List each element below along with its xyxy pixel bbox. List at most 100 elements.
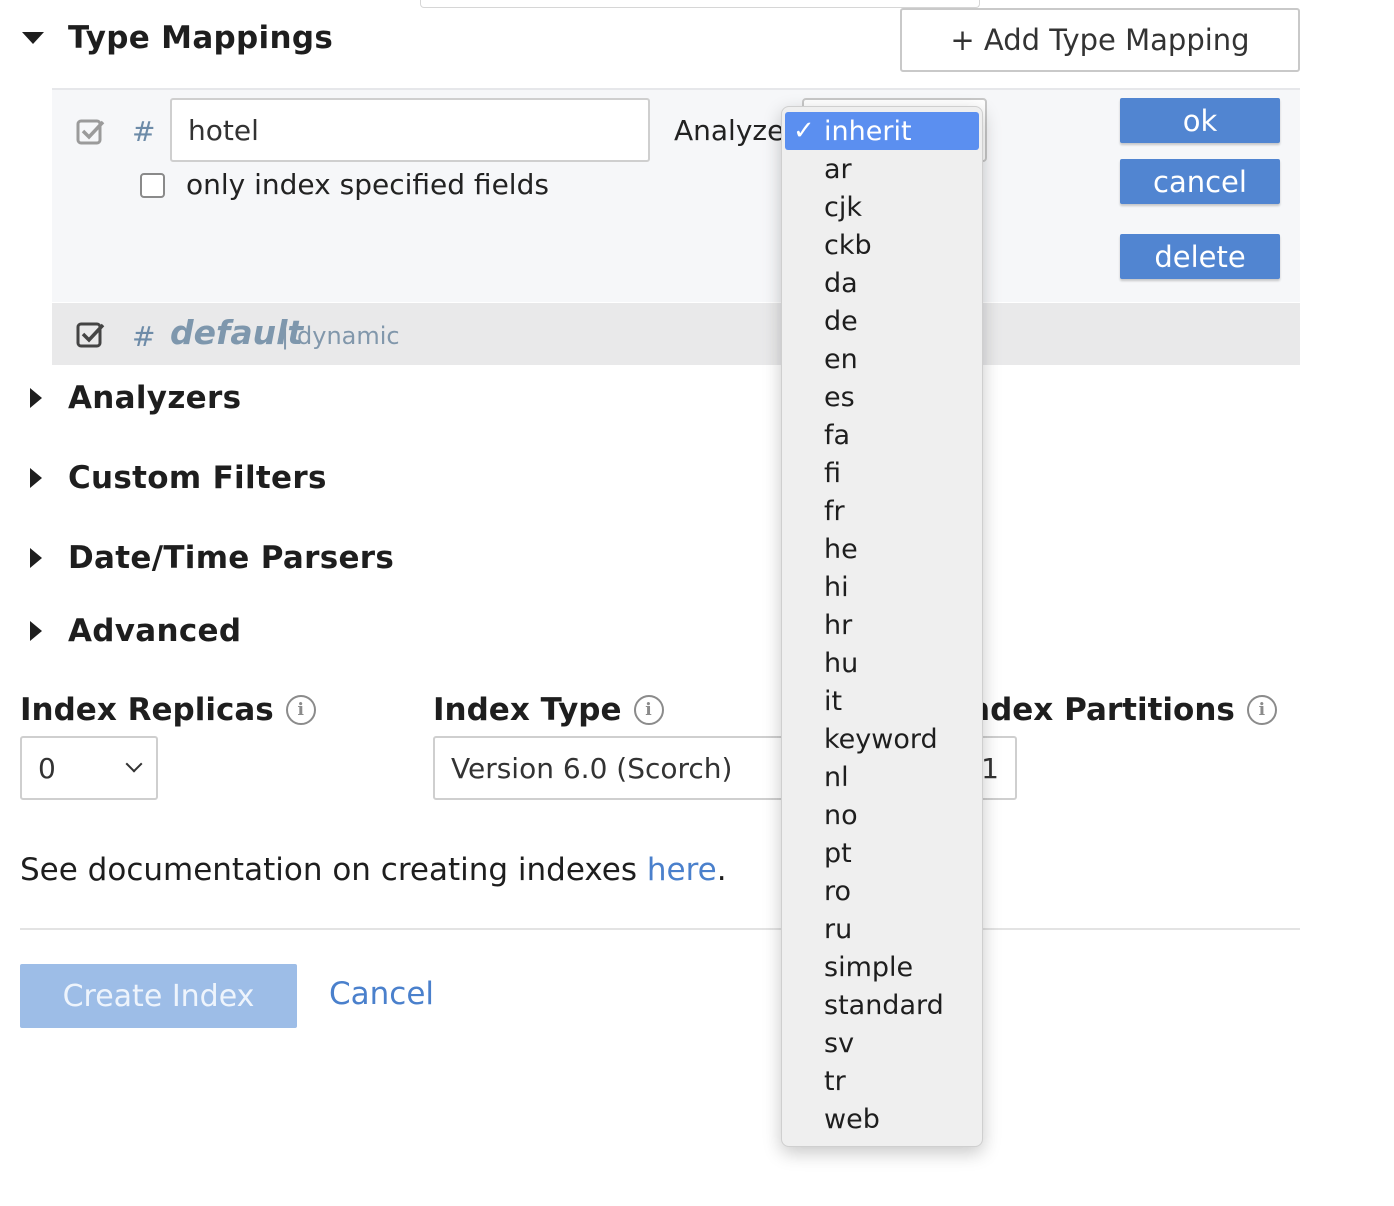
analyzer-option-fi[interactable]: fi [782,454,982,492]
analyzer-option-label: sv [824,1027,855,1059]
analyzer-option-fa[interactable]: fa [782,416,982,454]
analyzer-option-ar[interactable]: ar [782,150,982,188]
analyzer-dropdown-menu[interactable]: ✓ inherit ar cjk ckb da de en es fa fi fr he hi hr hu it… [781,106,983,1147]
analyzer-option-hi[interactable]: hi [782,568,982,606]
analyzer-option-label: ru [824,913,853,945]
analyzer-option-label: ar [824,153,852,185]
documentation-text: See documentation on creating indexes he… [20,852,727,888]
caret-right-icon [30,388,42,408]
analyzer-option-label: hu [824,647,859,679]
section-label: Custom Filters [68,460,327,496]
analyzer-option-label: web [824,1103,880,1135]
analyzer-option-label: hi [824,571,849,603]
analyzer-option-label: en [824,343,858,375]
analyzer-option-label: keyword [824,723,938,755]
analyzer-option-label: it [824,685,843,717]
index-partitions-label: ndex Partitions i [968,692,1277,728]
index-replicas-text: Index Replicas [20,692,274,728]
ok-button[interactable]: ok [1120,98,1280,143]
top-input-remnant[interactable] [420,0,980,8]
section-custom-filters[interactable]: Custom Filters [22,460,327,496]
analyzer-option-label: simple [824,951,914,983]
info-icon[interactable]: i [285,695,316,725]
caret-right-icon [30,468,42,488]
analyzer-option-da[interactable]: da [782,264,982,302]
index-type-value: Version 6.0 (Scorch) [451,751,733,785]
index-replicas-label: Index Replicas i [20,692,316,728]
section-label: Advanced [68,613,242,649]
index-partitions-value: 1 [981,751,999,785]
analyzer-option-tr[interactable]: tr [782,1062,982,1100]
section-label: Date/Time Parsers [68,540,395,576]
cancel-mapping-button[interactable]: cancel [1120,159,1280,204]
analyzer-option-hu[interactable]: hu [782,644,982,682]
analyzer-option-simple[interactable]: simple [782,948,982,986]
documentation-prefix: See documentation on creating indexes [20,852,647,888]
analyzer-option-web[interactable]: web [782,1100,982,1138]
section-advanced[interactable]: Advanced [22,613,241,649]
analyzer-option-label: hr [824,609,853,641]
analyzer-option-standard[interactable]: standard [782,986,982,1024]
hash-icon: # [132,115,156,148]
cancel-link[interactable]: Cancel [329,976,434,1012]
section-analyzers[interactable]: Analyzers [22,380,241,416]
create-index-button[interactable]: Create Index [20,964,297,1028]
caret-down-icon [22,32,44,44]
analyzer-option-en[interactable]: en [782,340,982,378]
analyzer-option-es[interactable]: es [782,378,982,416]
analyzer-label: Analyzer [674,114,796,147]
section-label: Analyzers [68,380,242,416]
analyzer-option-label: he [824,533,858,565]
enabled-checkbox-icon[interactable] [76,117,106,147]
default-mode-label: dynamic [297,322,400,350]
analyzer-option-label: da [824,267,858,299]
analyzer-option-label: fr [824,495,845,527]
analyzer-option-nl[interactable]: nl [782,758,982,796]
chevron-down-icon [125,755,143,773]
index-replicas-select[interactable]: 0 [20,736,158,800]
analyzer-option-label: es [824,381,855,413]
analyzer-option-he[interactable]: he [782,530,982,568]
analyzer-option-de[interactable]: de [782,302,982,340]
analyzer-option-cjk[interactable]: cjk [782,188,982,226]
analyzer-option-label: de [824,305,858,337]
index-replicas-value: 0 [38,751,56,785]
type-name-input[interactable] [170,98,650,162]
default-checkbox-icon[interactable] [76,320,106,350]
analyzer-option-fr[interactable]: fr [782,492,982,530]
analyzer-option-label: fi [824,457,842,489]
analyzer-option-label: ro [824,875,852,907]
delete-mapping-button[interactable]: delete [1120,234,1280,279]
analyzer-option-sv[interactable]: sv [782,1024,982,1062]
index-partitions-text: ndex Partitions [968,692,1235,728]
documentation-link[interactable]: here [647,852,717,888]
analyzer-option-ckb[interactable]: ckb [782,226,982,264]
analyzer-option-pt[interactable]: pt [782,834,982,872]
default-separator: | [281,322,290,350]
analyzer-option-keyword[interactable]: keyword [782,720,982,758]
analyzer-option-ru[interactable]: ru [782,910,982,948]
analyzer-option-hr[interactable]: hr [782,606,982,644]
analyzer-option-label: fa [824,419,851,451]
analyzer-option-ro[interactable]: ro [782,872,982,910]
analyzer-option-no[interactable]: no [782,796,982,834]
type-mappings-toggle[interactable]: Type Mappings [22,20,333,56]
analyzer-option-label: standard [824,989,944,1021]
analyzer-option-label: no [824,799,858,831]
index-type-text: Index Type [433,692,622,728]
analyzer-option-it[interactable]: it [782,682,982,720]
analyzer-option-inherit[interactable]: ✓ inherit [785,112,979,150]
info-icon[interactable]: i [633,695,664,725]
divider [20,928,1300,930]
analyzer-option-label: pt [824,837,852,869]
caret-right-icon [30,621,42,641]
add-type-mapping-button[interactable]: + Add Type Mapping [900,8,1300,72]
analyzer-option-label: ckb [824,229,872,261]
section-date-time-parsers[interactable]: Date/Time Parsers [22,540,394,576]
analyzer-option-label: tr [824,1065,846,1097]
analyzer-option-label: cjk [824,191,862,223]
info-icon[interactable]: i [1246,695,1277,725]
caret-right-icon [30,548,42,568]
analyzer-option-label: nl [824,761,849,793]
only-index-checkbox[interactable] [140,173,165,198]
